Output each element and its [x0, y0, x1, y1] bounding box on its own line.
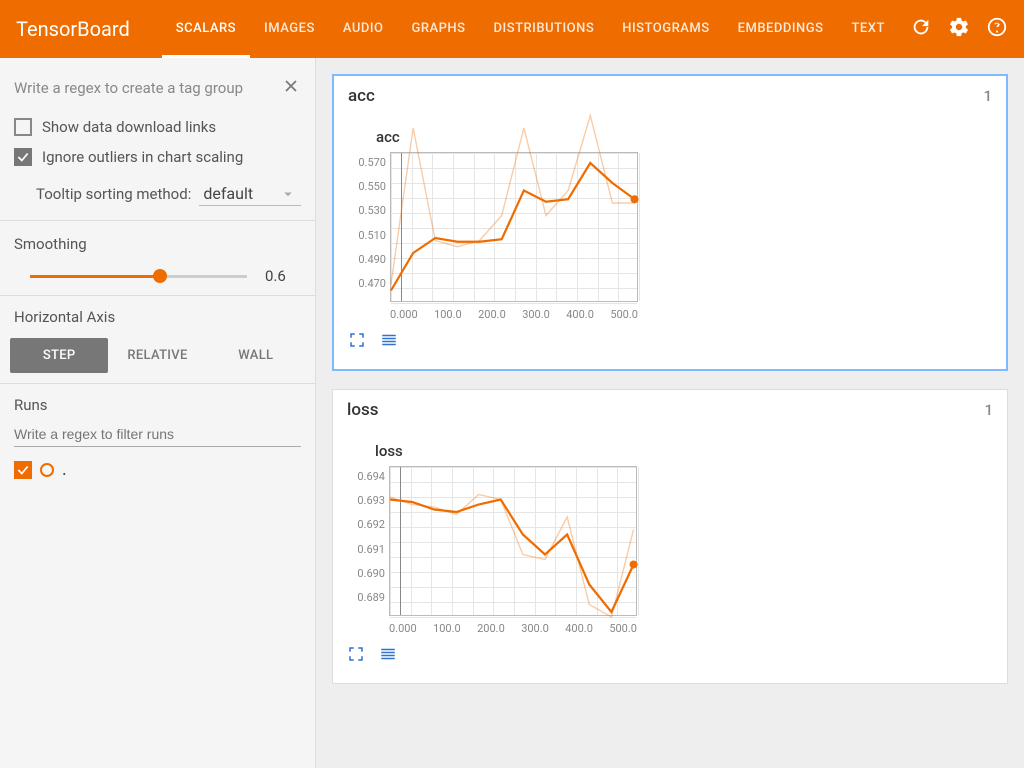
smoothing-slider[interactable]: [30, 275, 247, 278]
settings-icon[interactable]: [948, 16, 970, 42]
tag-header[interactable]: loss 1: [333, 390, 1007, 430]
tab-graphs[interactable]: GRAPHS: [397, 0, 479, 58]
checkbox-icon: [14, 148, 32, 166]
sidebar: Write a regex to create a tag group Show…: [0, 58, 316, 768]
tag-card-acc: acc 1 acc 0.5700.5500.5300.5100.4900.470…: [332, 74, 1008, 371]
run-color-swatch: [40, 463, 54, 477]
smoothing-label: Smoothing: [10, 231, 305, 267]
show-download-links-checkbox[interactable]: Show data download links: [10, 112, 305, 142]
tag-header[interactable]: acc 1: [334, 76, 1006, 116]
tab-embeddings[interactable]: EMBEDDINGS: [724, 0, 838, 58]
tab-histograms[interactable]: HISTOGRAMS: [608, 0, 723, 58]
list-icon[interactable]: [380, 331, 398, 353]
tag-count: 1: [984, 401, 993, 419]
smoothing-value: 0.6: [265, 267, 301, 285]
checkbox-icon: [14, 461, 32, 479]
tooltip-sort-select[interactable]: default: [199, 182, 301, 206]
horizontal-axis-buttons: STEPRELATIVEWALL: [10, 338, 305, 373]
chart-title: acc: [376, 128, 992, 146]
topbar: TensorBoard SCALARSIMAGESAUDIOGRAPHSDIST…: [0, 0, 1024, 58]
plot-area[interactable]: [389, 466, 637, 616]
y-axis: 0.6940.6930.6920.6910.6900.689: [347, 466, 389, 616]
x-axis: 0.000100.0200.0300.0400.0500.0: [389, 616, 637, 635]
checkbox-label: Show data download links: [42, 118, 216, 136]
tab-text[interactable]: TEXT: [837, 0, 898, 58]
refresh-icon[interactable]: [910, 16, 932, 42]
tag-group-input-placeholder[interactable]: Write a regex to create a tag group: [14, 79, 273, 97]
tab-distributions[interactable]: DISTRIBUTIONS: [480, 0, 609, 58]
clear-tag-group-icon[interactable]: [281, 76, 301, 100]
main-content: acc 1 acc 0.5700.5500.5300.5100.4900.470…: [316, 58, 1024, 768]
tab-scalars[interactable]: SCALARS: [162, 0, 250, 58]
tab-audio[interactable]: AUDIO: [329, 0, 398, 58]
tag-card-loss: loss 1 loss 0.6940.6930.6920.6910.6900.6…: [332, 389, 1008, 684]
haxis-relative-button[interactable]: RELATIVE: [108, 338, 206, 373]
tag-name: loss: [347, 400, 378, 420]
runs-filter-input[interactable]: [14, 422, 301, 447]
y-axis: 0.5700.5500.5300.5100.4900.470: [348, 152, 390, 302]
expand-icon[interactable]: [348, 331, 366, 353]
runs-label: Runs: [10, 394, 305, 422]
haxis-step-button[interactable]: STEP: [10, 338, 108, 373]
run-name: .: [62, 459, 67, 480]
checkbox-icon: [14, 118, 32, 136]
logo: TensorBoard: [16, 17, 130, 41]
x-axis: 0.000100.0200.0300.0400.0500.0: [390, 302, 638, 321]
tab-images[interactable]: IMAGES: [250, 0, 329, 58]
run-row[interactable]: .: [10, 447, 305, 484]
ignore-outliers-checkbox[interactable]: Ignore outliers in chart scaling: [10, 142, 305, 172]
checkbox-label: Ignore outliers in chart scaling: [42, 148, 243, 166]
plot-area[interactable]: [390, 152, 638, 302]
tooltip-sort-label: Tooltip sorting method:: [36, 185, 191, 203]
haxis-wall-button[interactable]: WALL: [207, 338, 305, 373]
list-icon[interactable]: [379, 645, 397, 667]
expand-icon[interactable]: [347, 645, 365, 667]
horizontal-axis-label: Horizontal Axis: [10, 306, 305, 338]
tag-name: acc: [348, 86, 375, 106]
top-tabs: SCALARSIMAGESAUDIOGRAPHSDISTRIBUTIONSHIS…: [162, 0, 899, 58]
tag-group-input-row: Write a regex to create a tag group: [10, 68, 305, 112]
chevron-down-icon: [279, 185, 297, 203]
tag-count: 1: [983, 87, 992, 105]
help-icon[interactable]: [986, 16, 1008, 42]
chart-title: loss: [375, 442, 993, 460]
